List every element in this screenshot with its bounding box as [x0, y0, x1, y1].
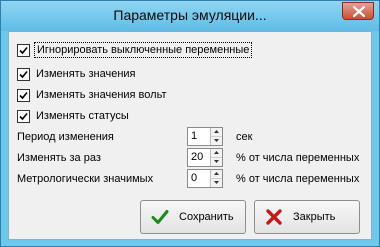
checkbox-box[interactable]: [17, 43, 30, 57]
checkmark-icon: [19, 46, 28, 54]
spin-down-button[interactable]: [211, 137, 222, 145]
close-button-label: Закрыть: [293, 211, 336, 223]
change-at-once-unit: % от числа переменных: [236, 152, 360, 164]
checkmark-icon: [19, 91, 28, 99]
checkbox-box[interactable]: [17, 109, 30, 123]
title-bar[interactable]: Параметры эмуляции...: [1, 1, 379, 31]
cross-icon: [266, 209, 282, 225]
change-at-once-value[interactable]: 20: [191, 151, 203, 163]
change-volt-values-checkbox[interactable]: Изменять значения вольт: [17, 87, 167, 103]
arrow-up-icon: [214, 151, 219, 154]
change-at-once-label: Изменять за раз: [17, 152, 101, 164]
checkbox-box[interactable]: [17, 88, 30, 102]
checkbox-box[interactable]: [17, 67, 30, 81]
period-spinner[interactable]: 1: [187, 127, 223, 146]
change-statuses-checkbox[interactable]: Изменять статусы: [17, 108, 129, 124]
metrological-label: Метрологически значимых: [17, 173, 154, 185]
arrow-down-icon: [214, 181, 219, 184]
change-at-once-spinner[interactable]: 20: [187, 148, 223, 167]
period-label: Период изменения: [17, 131, 114, 143]
checkmark-icon: [19, 70, 28, 78]
spin-up-button[interactable]: [211, 149, 222, 158]
spin-buttons: [210, 128, 222, 145]
metrological-spinner[interactable]: 0: [187, 169, 223, 188]
emulation-settings-dialog: Параметры эмуляции... Игнорировать выклю…: [0, 0, 380, 247]
checkbox-label: Изменять значения вольт: [36, 89, 167, 101]
save-button-label: Сохранить: [179, 211, 234, 223]
window-close-button[interactable]: [342, 2, 374, 20]
ignore-disabled-checkbox[interactable]: Игнорировать выключенные переменные: [17, 42, 253, 58]
period-unit: сек: [236, 131, 253, 143]
checkbox-label: Изменять статусы: [36, 110, 129, 122]
metrological-unit: % от числа переменных: [236, 173, 360, 185]
spin-buttons: [210, 149, 222, 166]
close-button[interactable]: Закрыть: [254, 200, 360, 234]
change-values-checkbox[interactable]: Изменять значения: [17, 66, 136, 82]
spin-buttons: [210, 170, 222, 187]
checkbox-label: Изменять значения: [36, 68, 136, 80]
checkmark-icon: [19, 112, 28, 120]
period-value[interactable]: 1: [191, 130, 197, 142]
spin-up-button[interactable]: [211, 170, 222, 179]
dialog-body: Игнорировать выключенные переменные Изме…: [8, 31, 372, 240]
close-icon: [353, 6, 365, 17]
arrow-up-icon: [214, 130, 219, 133]
metrological-value[interactable]: 0: [191, 172, 197, 184]
save-button[interactable]: Сохранить: [140, 200, 246, 234]
window-title: Параметры эмуляции...: [113, 7, 267, 23]
arrow-down-icon: [214, 139, 219, 142]
spin-down-button[interactable]: [211, 158, 222, 166]
spin-down-button[interactable]: [211, 179, 222, 187]
arrow-down-icon: [214, 160, 219, 163]
arrow-up-icon: [214, 172, 219, 175]
checkbox-label: Игнорировать выключенные переменные: [33, 42, 253, 58]
spin-up-button[interactable]: [211, 128, 222, 137]
checkmark-icon: [151, 210, 169, 224]
